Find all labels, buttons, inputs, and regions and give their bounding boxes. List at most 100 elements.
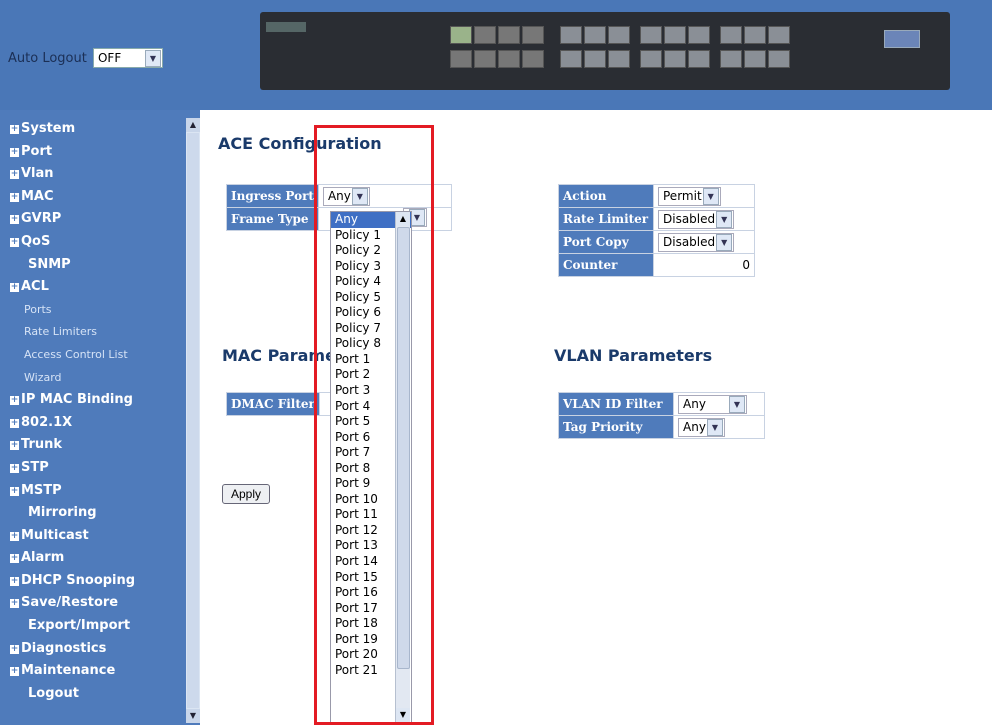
tag-priority-label: Tag Priority bbox=[558, 415, 674, 439]
sidebar-item-label: Logout bbox=[28, 685, 79, 701]
sidebar-item-rate-limiters[interactable]: Rate Limiters bbox=[10, 321, 190, 344]
sidebar-item-port[interactable]: + Port bbox=[10, 141, 190, 164]
expand-icon: + bbox=[10, 462, 19, 473]
counter-value: 0 bbox=[653, 253, 755, 277]
sidebar-scrollbar[interactable]: ▲ ▼ bbox=[186, 118, 200, 723]
switch-device-image bbox=[260, 12, 950, 90]
expand-icon: + bbox=[10, 191, 19, 202]
sidebar-item-label: Port bbox=[21, 143, 53, 159]
device-logo bbox=[266, 22, 306, 32]
sidebar-item-trunk[interactable]: + Trunk bbox=[10, 434, 190, 457]
expand-icon: + bbox=[10, 485, 19, 496]
sidebar-item-export-import[interactable]: Export/Import bbox=[10, 615, 190, 638]
sidebar-item-label: MSTP bbox=[21, 482, 62, 498]
sidebar-item-maintenance[interactable]: + Maintenance bbox=[10, 660, 190, 683]
sidebar-item-ports[interactable]: Ports bbox=[10, 299, 190, 322]
sidebar-item-label: Export/Import bbox=[28, 618, 131, 634]
rate-limiter-select[interactable]: Disabled ▼ bbox=[658, 209, 735, 229]
counter-label: Counter bbox=[558, 253, 654, 277]
sidebar-item-snmp[interactable]: SNMP bbox=[10, 254, 190, 277]
sidebar-item-stp[interactable]: + STP bbox=[10, 457, 190, 480]
highlight-box bbox=[314, 125, 434, 725]
expand-icon: + bbox=[10, 395, 19, 406]
sidebar-item-label: 802.1X bbox=[21, 414, 73, 430]
expand-icon: + bbox=[10, 553, 19, 564]
action-label: Action bbox=[558, 184, 654, 208]
expand-icon: + bbox=[10, 236, 19, 247]
expand-icon: + bbox=[10, 146, 19, 157]
sidebar-item-label: SNMP bbox=[28, 256, 71, 272]
sidebar-item-label: DHCP Snooping bbox=[21, 572, 136, 588]
vlan-params-table: VLAN ID Filter Any ▼ Tag Priority Any ▼ bbox=[558, 392, 765, 439]
sidebar-item-ip-mac-binding[interactable]: + IP MAC Binding bbox=[10, 389, 190, 412]
sidebar-item-system[interactable]: + System bbox=[10, 118, 190, 141]
sidebar-item-label: Multicast bbox=[21, 527, 89, 543]
auto-logout-label: Auto Logout bbox=[8, 51, 87, 66]
ingress-port-label: Ingress Port bbox=[226, 184, 319, 208]
sidebar-item-vlan[interactable]: + Vlan bbox=[10, 163, 190, 186]
sidebar-item-label: Rate Limiters bbox=[24, 325, 98, 339]
port-copy-value: Disabled bbox=[663, 234, 716, 249]
auto-logout-control: Auto Logout OFF ▼ bbox=[8, 48, 163, 68]
sidebar-item-802-1x[interactable]: +802.1X bbox=[10, 412, 190, 435]
chevron-down-icon: ▼ bbox=[706, 418, 723, 436]
sidebar-item-label: GVRP bbox=[21, 211, 62, 227]
sidebar-item-wizard[interactable]: Wizard bbox=[10, 367, 190, 390]
sidebar-item-label: Maintenance bbox=[21, 663, 116, 679]
vlan-id-filter-select[interactable]: Any ▼ bbox=[678, 394, 747, 414]
chevron-down-icon: ▼ bbox=[716, 233, 733, 251]
expand-icon: + bbox=[10, 666, 19, 677]
scroll-down-icon[interactable]: ▼ bbox=[186, 709, 200, 723]
sidebar-item-qos[interactable]: + QoS bbox=[10, 231, 190, 254]
sidebar-item-label: QoS bbox=[21, 233, 51, 249]
sidebar-item-label: Access Control List bbox=[24, 347, 128, 361]
sidebar-item-dhcp-snooping[interactable]: + DHCP Snooping bbox=[10, 570, 190, 593]
port-copy-label: Port Copy bbox=[558, 230, 654, 254]
sidebar-item-gvrp[interactable]: + GVRP bbox=[10, 208, 190, 231]
frame-type-label: Frame Type bbox=[226, 207, 319, 231]
auto-logout-value: OFF bbox=[97, 51, 122, 65]
sidebar-item-acl[interactable]: + ACL bbox=[10, 276, 190, 299]
expand-icon: + bbox=[10, 417, 19, 428]
sidebar-item-access-control-list[interactable]: Access Control List bbox=[10, 344, 190, 367]
expand-icon: + bbox=[10, 643, 19, 654]
port-copy-select[interactable]: Disabled ▼ bbox=[658, 232, 735, 252]
expand-icon: + bbox=[10, 124, 19, 134]
vlan-id-filter-value: Any bbox=[683, 396, 706, 411]
action-value: Permit bbox=[663, 188, 702, 203]
tag-priority-select[interactable]: Any ▼ bbox=[678, 417, 725, 437]
expand-icon: + bbox=[10, 575, 19, 586]
sidebar-item-label: Vlan bbox=[21, 166, 54, 182]
sidebar-menu: + System + Port + Vlan + MAC + GVRP + QoS SNMP + ACL Po… bbox=[10, 118, 190, 705]
sidebar-item-alarm[interactable]: + Alarm bbox=[10, 547, 190, 570]
sidebar-item-label: System bbox=[21, 121, 76, 136]
chevron-down-icon: ▼ bbox=[702, 187, 719, 205]
expand-icon: + bbox=[10, 282, 19, 293]
sidebar-item-multicast[interactable]: + Multicast bbox=[10, 525, 190, 548]
sidebar-item-label: MAC bbox=[21, 188, 54, 204]
sidebar-item-label: Trunk bbox=[21, 437, 63, 453]
rate-limiter-value: Disabled bbox=[663, 211, 716, 226]
sidebar-item-label: Diagnostics bbox=[21, 640, 107, 656]
console-port-icon bbox=[884, 30, 920, 48]
sidebar-item-label: Save/Restore bbox=[21, 595, 119, 611]
sidebar-item-label: Wizard bbox=[24, 370, 62, 384]
scroll-up-icon[interactable]: ▲ bbox=[186, 118, 200, 132]
apply-button[interactable]: Apply bbox=[222, 484, 270, 504]
sidebar-nav: + System + Port + Vlan + MAC + GVRP + QoS SNMP + ACL Po… bbox=[0, 110, 200, 725]
rate-limiter-label: Rate Limiter bbox=[558, 207, 654, 231]
sidebar-item-mac[interactable]: + MAC bbox=[10, 186, 190, 209]
sidebar-item-mirroring[interactable]: Mirroring bbox=[10, 502, 190, 525]
chevron-down-icon: ▼ bbox=[716, 210, 733, 228]
sidebar-item-diagnostics[interactable]: + Diagnostics bbox=[10, 638, 190, 661]
chevron-down-icon: ▼ bbox=[144, 50, 161, 67]
sidebar-item-logout[interactable]: Logout bbox=[10, 683, 190, 706]
action-select[interactable]: Permit ▼ bbox=[658, 186, 721, 206]
sidebar-item-label: STP bbox=[21, 459, 49, 475]
sidebar-item-save-restore[interactable]: + Save/Restore bbox=[10, 592, 190, 615]
expand-icon: + bbox=[10, 169, 19, 180]
auto-logout-select[interactable]: OFF ▼ bbox=[92, 48, 163, 68]
sidebar-item-mstp[interactable]: + MSTP bbox=[10, 480, 190, 503]
header-bar: Auto Logout OFF ▼ bbox=[0, 0, 992, 110]
scrollbar-thumb[interactable] bbox=[187, 133, 199, 708]
